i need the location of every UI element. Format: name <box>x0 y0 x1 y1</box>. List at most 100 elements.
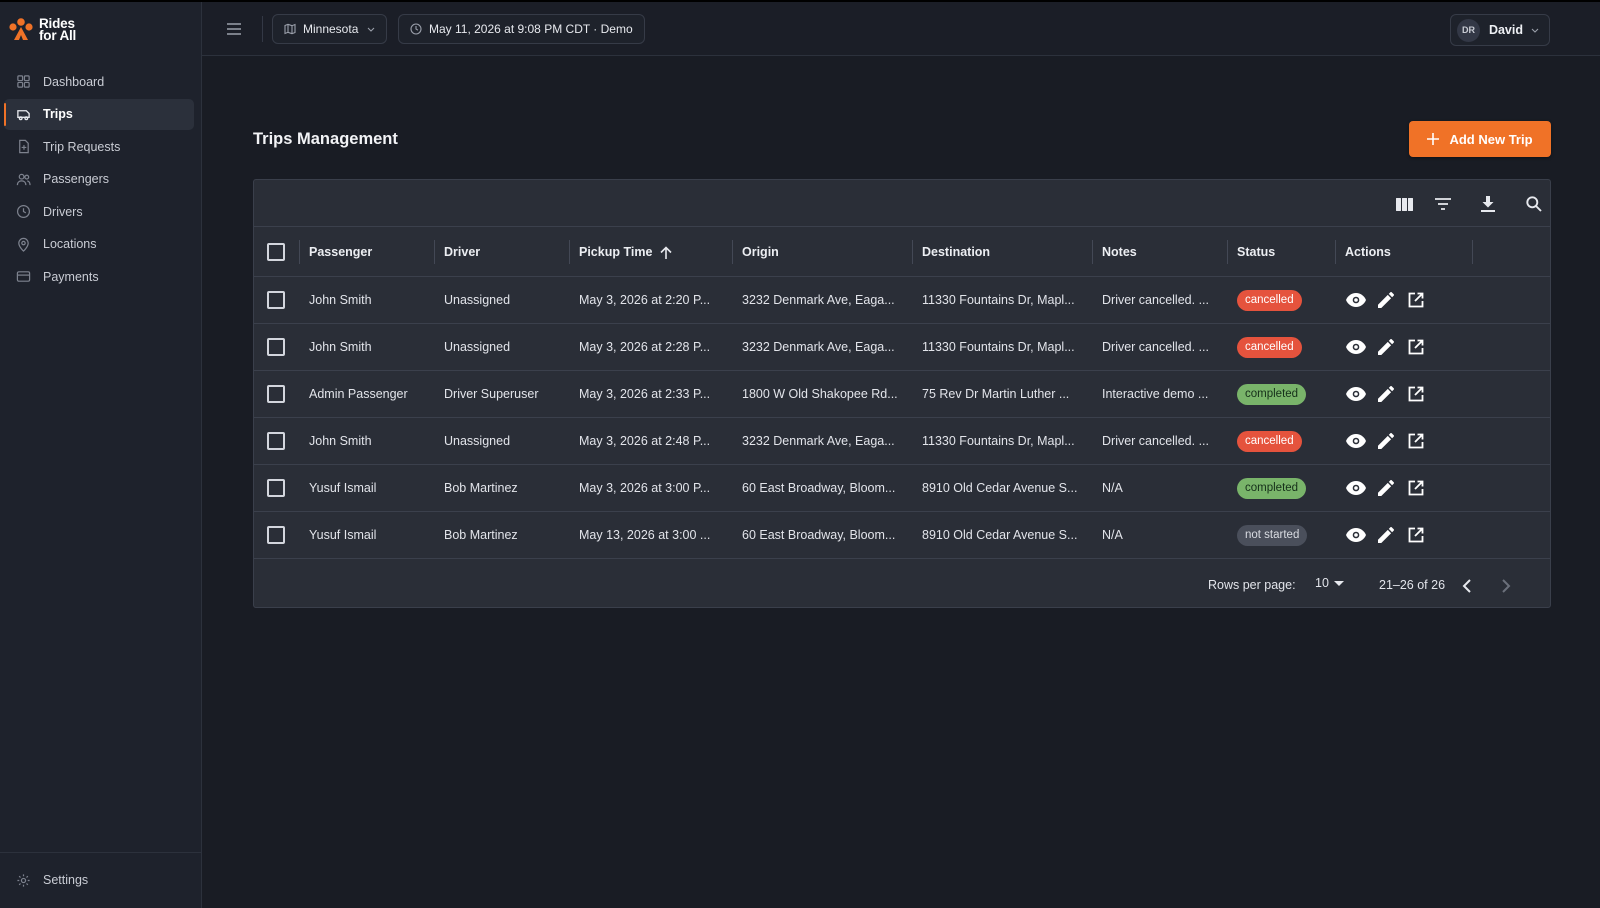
table-row[interactable]: John Smith Unassigned May 3, 2026 at 2:4… <box>254 418 1550 465</box>
notes-cell: Interactive demo ... <box>1102 387 1209 401</box>
table-row[interactable]: Yusuf Ismail Bob Martinez May 13, 2026 a… <box>254 512 1550 559</box>
open-trip-button[interactable] <box>1405 524 1427 546</box>
actions-cell <box>1345 465 1435 511</box>
actions-cell <box>1345 418 1435 464</box>
open-trip-button[interactable] <box>1405 477 1427 499</box>
filter-button[interactable] <box>1431 192 1455 216</box>
column-header-pickup-time[interactable]: Pickup Time <box>579 227 672 277</box>
open-trip-button[interactable] <box>1405 383 1427 405</box>
eye-icon <box>1346 481 1366 495</box>
pencil-icon <box>1378 480 1394 496</box>
view-trip-button[interactable] <box>1345 477 1367 499</box>
destination-cell: 11330 Fountains Dr, Mapl... <box>922 293 1075 307</box>
hamburger-menu-icon <box>227 23 241 35</box>
menu-toggle-button[interactable] <box>224 19 244 39</box>
sidebar-item-passengers[interactable]: Passengers <box>4 164 194 195</box>
sidebar-item-trip-requests[interactable]: Trip Requests <box>4 131 194 162</box>
status-badge: cancelled <box>1237 336 1302 358</box>
sidebar-item-label: Drivers <box>43 204 83 219</box>
driver-cell: Unassigned <box>444 434 511 448</box>
passenger-cell: John Smith <box>309 434 372 448</box>
edit-trip-button[interactable] <box>1375 477 1397 499</box>
table-row[interactable]: Yusuf Ismail Bob Martinez May 3, 2026 at… <box>254 465 1550 512</box>
open-trip-button[interactable] <box>1405 336 1427 358</box>
view-trip-button[interactable] <box>1345 336 1367 358</box>
edit-trip-button[interactable] <box>1375 524 1397 546</box>
next-page-button[interactable] <box>1494 574 1518 598</box>
view-trip-button[interactable] <box>1345 430 1367 452</box>
sort-ascending-icon[interactable] <box>660 245 672 259</box>
rows-per-page-select[interactable]: 10 <box>1315 576 1344 590</box>
sidebar: Rides for All Dashboard Trips Trip Reque… <box>0 2 202 908</box>
pickup-time-cell: May 3, 2026 at 2:48 P... <box>579 434 711 448</box>
row-checkbox[interactable] <box>267 338 285 356</box>
origin-cell: 60 East Broadway, Bloom... <box>742 481 896 495</box>
eye-icon <box>1346 340 1366 354</box>
column-header-destination[interactable]: Destination <box>922 227 990 277</box>
row-checkbox[interactable] <box>267 385 285 403</box>
destination-cell: 8910 Old Cedar Avenue S... <box>922 481 1078 495</box>
column-header-origin[interactable]: Origin <box>742 227 779 277</box>
edit-trip-button[interactable] <box>1375 430 1397 452</box>
datetime-indicator[interactable]: May 11, 2026 at 9:08 PM CDT · Demo <box>398 14 645 44</box>
add-new-trip-button[interactable]: Add New Trip <box>1409 121 1551 157</box>
sidebar-item-trips[interactable]: Trips <box>4 98 194 130</box>
sidebar-item-locations[interactable]: Locations <box>4 229 194 260</box>
column-header-notes[interactable]: Notes <box>1102 227 1137 277</box>
pickup-time-cell: May 3, 2026 at 2:33 P... <box>579 387 711 401</box>
page-title: Trips Management <box>253 130 398 148</box>
open-trip-button[interactable] <box>1405 430 1427 452</box>
select-all-cell <box>267 227 285 277</box>
column-separator <box>1092 240 1093 264</box>
sidebar-item-drivers[interactable]: Drivers <box>4 196 194 227</box>
region-selector[interactable]: Minnesota <box>272 14 388 44</box>
edit-trip-button[interactable] <box>1375 336 1397 358</box>
status-cell: cancelled <box>1237 418 1332 464</box>
chevron-right-icon <box>1501 579 1510 593</box>
column-separator <box>912 240 913 264</box>
map-icon <box>284 23 296 35</box>
view-trip-button[interactable] <box>1345 289 1367 311</box>
actions-cell <box>1345 324 1435 370</box>
column-header-driver[interactable]: Driver <box>444 227 480 277</box>
status-cell: completed <box>1237 371 1332 417</box>
datetime-label: May 11, 2026 at 9:08 PM CDT · Demo <box>429 22 633 36</box>
row-checkbox[interactable] <box>267 432 285 450</box>
row-checkbox[interactable] <box>267 291 285 309</box>
sidebar-nav: Dashboard Trips Trip Requests Passengers <box>4 66 194 294</box>
credit-card-icon <box>16 269 31 284</box>
edit-trip-button[interactable] <box>1375 289 1397 311</box>
table-row[interactable]: Admin Passenger Driver Superuser May 3, … <box>254 371 1550 418</box>
select-all-checkbox[interactable] <box>267 243 285 261</box>
rows-per-page-label: Rows per page: <box>1208 578 1296 592</box>
sidebar-item-settings[interactable]: Settings <box>4 865 194 895</box>
actions-cell <box>1345 371 1435 417</box>
view-trip-button[interactable] <box>1345 524 1367 546</box>
notes-cell: Driver cancelled. ... <box>1102 340 1209 354</box>
search-button[interactable] <box>1522 192 1546 216</box>
brand-name: Rides for All <box>39 17 76 43</box>
edit-trip-button[interactable] <box>1375 383 1397 405</box>
status-cell: not started <box>1237 512 1332 558</box>
top-header: Minnesota May 11, 2026 at 9:08 PM CDT · … <box>202 2 1600 56</box>
sidebar-item-payments[interactable]: Payments <box>4 261 194 292</box>
view-trip-button[interactable] <box>1345 383 1367 405</box>
user-menu[interactable]: DR David <box>1449 14 1550 46</box>
column-header-status[interactable]: Status <box>1237 227 1275 277</box>
sidebar-item-dashboard[interactable]: Dashboard <box>4 66 194 97</box>
table-row[interactable]: John Smith Unassigned May 3, 2026 at 2:2… <box>254 277 1550 324</box>
previous-page-button[interactable] <box>1454 574 1478 598</box>
open-trip-button[interactable] <box>1405 289 1427 311</box>
notes-cell: Driver cancelled. ... <box>1102 293 1209 307</box>
brand-logo[interactable]: Rides for All <box>8 16 76 44</box>
table-row[interactable]: John Smith Unassigned May 3, 2026 at 2:2… <box>254 324 1550 371</box>
columns-button[interactable] <box>1392 192 1416 216</box>
filter-icon <box>1435 198 1451 210</box>
row-checkbox[interactable] <box>267 479 285 497</box>
export-button[interactable] <box>1476 192 1500 216</box>
row-checkbox[interactable] <box>267 526 285 544</box>
trips-table: Passenger Driver Pickup Time Origin Dest… <box>253 179 1551 608</box>
column-header-passenger[interactable]: Passenger <box>309 227 372 277</box>
sidebar-item-label: Dashboard <box>43 74 105 89</box>
status-badge: completed <box>1237 477 1307 499</box>
